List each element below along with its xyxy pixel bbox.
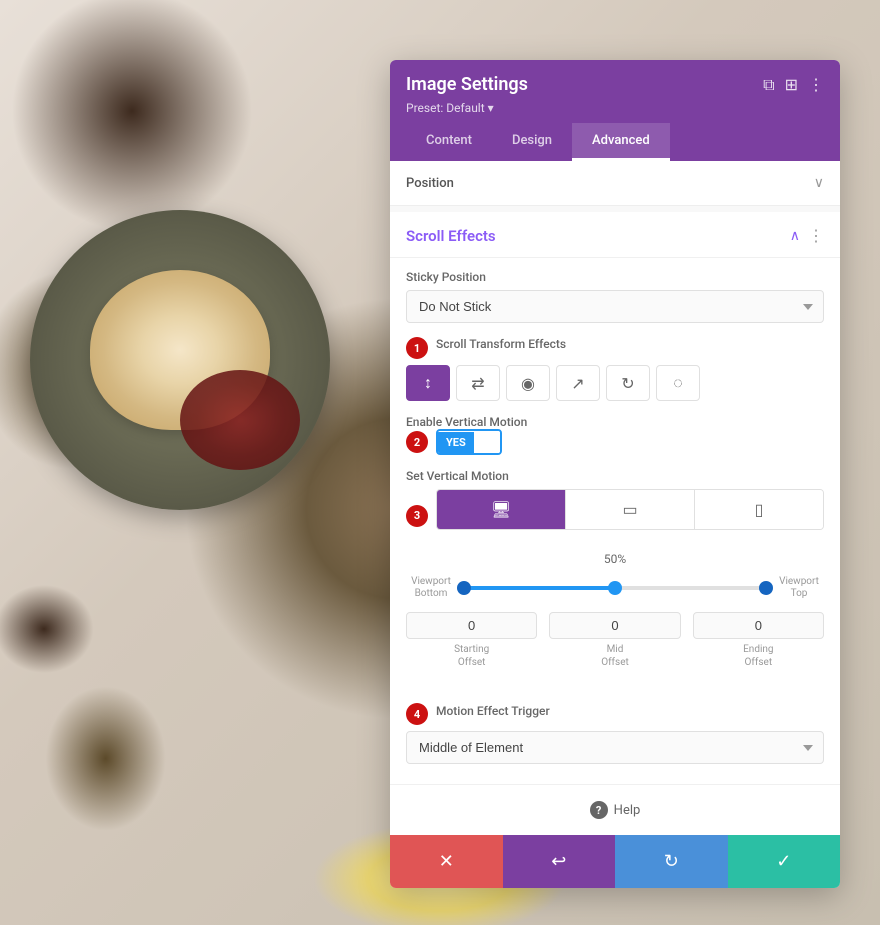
device-desktop-btn[interactable]: 🖥 — [437, 490, 566, 529]
set-vertical-motion-group: Set Vertical Motion 3 🖥 ▭ ▯ 50% Vie — [406, 469, 824, 689]
motion-trigger-label: Motion Effect Trigger — [436, 704, 550, 718]
slider-percent-label: 50% — [406, 552, 824, 566]
mid-offset-group: MidOffset — [549, 612, 680, 669]
offset-inputs-row: StartingOffset MidOffset EndingOffset — [406, 612, 824, 669]
position-section[interactable]: Position ∨ — [390, 161, 840, 206]
transform-blur-btn[interactable]: ◌ — [656, 365, 700, 401]
slider-thumb-left[interactable] — [457, 581, 471, 595]
panel-body: Position ∨ Scroll Effects ∧ ⋮ Sticky Pos… — [390, 161, 840, 835]
badge-2: 2 — [406, 431, 428, 453]
starting-offset-input[interactable] — [406, 612, 537, 639]
device-mobile-btn[interactable]: ▯ — [695, 490, 823, 529]
slider-thumb-right[interactable] — [759, 581, 773, 595]
ending-offset-group: EndingOffset — [693, 612, 824, 669]
enable-vertical-motion-group: Enable Vertical Motion 2 YES — [406, 415, 824, 455]
sticky-position-label: Sticky Position — [406, 270, 824, 284]
slider-container: 50% ViewportBottom ViewportTop — [406, 548, 824, 689]
scroll-effects-title: Scroll Effects — [406, 227, 496, 245]
plate — [30, 210, 330, 510]
panel-tabs: Content Design Advanced — [406, 123, 824, 161]
panel-header: Image Settings ⧉ ⊞ ⋮ Preset: Default ▾ C… — [390, 60, 840, 161]
scroll-effects-header: Scroll Effects ∧ ⋮ — [390, 212, 840, 258]
scroll-effects-content: Sticky Position Do Not Stick Stick to To… — [390, 258, 840, 776]
viewport-bottom-label: ViewportBottom — [406, 576, 456, 600]
motion-trigger-label-row: 4 Motion Effect Trigger — [406, 703, 824, 725]
enable-vertical-motion-toggle-row: 2 YES — [406, 429, 824, 455]
ellipsis-icon[interactable]: ⋮ — [808, 75, 824, 94]
chevron-down-icon: ∨ — [814, 175, 824, 191]
badge-3: 3 — [406, 505, 428, 527]
panel-footer: ✕ ↩ ↻ ✓ — [390, 835, 840, 888]
pasta-sauce — [180, 370, 300, 470]
transform-fade-btn[interactable]: ◉ — [506, 365, 550, 401]
set-vertical-motion-badge-row: 3 🖥 ▭ ▯ — [406, 489, 824, 542]
slider-thumb-mid[interactable] — [608, 581, 622, 595]
slider-fill — [464, 586, 615, 590]
scroll-effects-section: Scroll Effects ∧ ⋮ Sticky Position Do No… — [390, 212, 840, 835]
viewport-top-label: ViewportTop — [774, 576, 824, 600]
mid-offset-input[interactable] — [549, 612, 680, 639]
panel-preset[interactable]: Preset: Default ▾ — [406, 101, 824, 115]
tab-content[interactable]: Content — [406, 123, 492, 161]
device-tablet-btn[interactable]: ▭ — [566, 490, 695, 529]
vertical-motion-toggle[interactable]: YES — [436, 429, 502, 455]
ending-offset-label: EndingOffset — [693, 643, 824, 669]
sticky-position-group: Sticky Position Do Not Stick Stick to To… — [406, 270, 824, 323]
transform-vertical-btn[interactable]: ↕ — [406, 365, 450, 401]
help-row[interactable]: ? Help — [390, 784, 840, 835]
panel-header-icons: ⧉ ⊞ ⋮ — [763, 75, 824, 95]
chevron-up-icon[interactable]: ∧ — [790, 228, 800, 244]
save-button[interactable]: ✓ — [728, 835, 841, 888]
badge-4: 4 — [406, 703, 428, 725]
toggle-no-area — [474, 431, 500, 453]
scroll-effects-menu-icon[interactable]: ⋮ — [808, 226, 824, 245]
starting-offset-group: StartingOffset — [406, 612, 537, 669]
scroll-effects-controls: ∧ ⋮ — [790, 226, 824, 245]
image-settings-panel: Image Settings ⧉ ⊞ ⋮ Preset: Default ▾ C… — [390, 60, 840, 888]
scroll-transform-label: Scroll Transform Effects — [436, 337, 566, 351]
sticky-position-select[interactable]: Do Not Stick Stick to Top Stick to Botto… — [406, 290, 824, 323]
toggle-yes-label: YES — [438, 432, 474, 453]
device-selector: 🖥 ▭ ▯ — [436, 489, 824, 530]
transform-icons-row: ↕ ⇄ ◉ ↗ ↻ ◌ — [406, 365, 824, 401]
tab-design[interactable]: Design — [492, 123, 572, 161]
panel-header-top: Image Settings ⧉ ⊞ ⋮ — [406, 74, 824, 95]
badge-1: 1 — [406, 337, 428, 359]
slider-track-row: ViewportBottom ViewportTop — [406, 576, 824, 600]
scroll-transform-group: 1 Scroll Transform Effects ↕ ⇄ ◉ ↗ ↻ ◌ — [406, 337, 824, 401]
motion-trigger-select[interactable]: Middle of Element Top of Element Bottom … — [406, 731, 824, 764]
panel-title: Image Settings — [406, 74, 528, 95]
position-title: Position — [406, 176, 454, 191]
tab-advanced[interactable]: Advanced — [572, 123, 670, 161]
ending-offset-input[interactable] — [693, 612, 824, 639]
transform-rotate-btn[interactable]: ↻ — [606, 365, 650, 401]
pasta-mound — [90, 270, 270, 430]
plate-container — [20, 200, 340, 520]
mid-offset-label: MidOffset — [549, 643, 680, 669]
set-vertical-motion-label: Set Vertical Motion — [406, 469, 824, 483]
enable-vertical-motion-label: Enable Vertical Motion — [406, 415, 824, 429]
slider-track[interactable] — [464, 586, 766, 590]
columns-icon[interactable]: ⊞ — [785, 75, 798, 94]
help-icon: ? — [590, 801, 608, 819]
help-label: Help — [614, 803, 641, 818]
scroll-transform-label-row: 1 Scroll Transform Effects — [406, 337, 824, 359]
cancel-button[interactable]: ✕ — [390, 835, 503, 888]
starting-offset-label: StartingOffset — [406, 643, 537, 669]
redo-button[interactable]: ↻ — [615, 835, 728, 888]
copy-icon[interactable]: ⧉ — [763, 75, 774, 95]
motion-trigger-group: 4 Motion Effect Trigger Middle of Elemen… — [406, 703, 824, 764]
transform-horizontal-btn[interactable]: ⇄ — [456, 365, 500, 401]
transform-skew-btn[interactable]: ↗ — [556, 365, 600, 401]
undo-button[interactable]: ↩ — [503, 835, 616, 888]
